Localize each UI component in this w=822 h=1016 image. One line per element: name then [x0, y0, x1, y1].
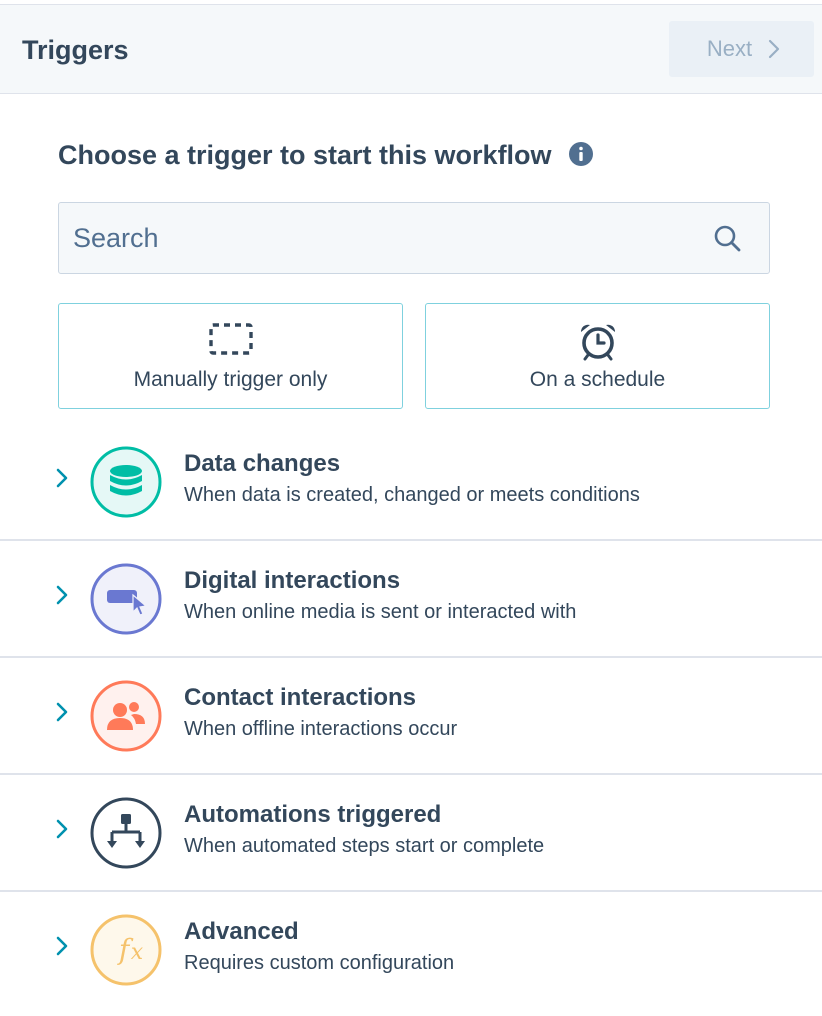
category-title: Advanced [184, 918, 299, 945]
search-box [58, 202, 770, 274]
header-bar: Triggers Next [0, 4, 822, 94]
category-description: When data is created, changed or meets c… [184, 484, 640, 506]
cursor-click-icon [90, 563, 162, 640]
schedule-trigger-label: On a schedule [529, 368, 666, 391]
chevron-right-icon[interactable] [54, 700, 70, 729]
manual-trigger-label: Manually trigger only [133, 368, 328, 391]
page-title: Triggers [22, 35, 129, 65]
schedule-trigger-card[interactable]: On a schedule [425, 303, 770, 409]
category-description: When offline interactions occur [184, 718, 458, 740]
info-icon[interactable] [568, 141, 594, 167]
category-title: Contact interactions [184, 684, 417, 711]
category-description: Requires custom configuration [184, 952, 455, 974]
chevron-right-icon[interactable] [54, 466, 70, 495]
manual-trigger-card[interactable]: Manually trigger only [58, 303, 403, 409]
category-description: When automated steps start or complete [184, 835, 545, 857]
category-contact-interactions[interactable]: Contact interactions When offline intera… [0, 658, 822, 775]
chevron-right-icon[interactable] [54, 934, 70, 963]
svg-text:x: x [131, 940, 144, 965]
dashed-square-icon [208, 322, 254, 361]
category-title: Data changes [184, 450, 341, 477]
prompt-text: Choose a trigger to start this workflow [58, 140, 552, 170]
search-input[interactable] [73, 203, 693, 273]
database-icon [90, 446, 162, 523]
workflow-icon [90, 797, 162, 874]
chevron-right-icon [768, 39, 780, 59]
category-description: When online media is sent or interacted … [184, 601, 577, 623]
category-automations-triggered[interactable]: Automations triggered When automated ste… [0, 775, 822, 892]
category-advanced[interactable]: f x Advanced Requires custom configurati… [0, 892, 822, 1009]
chevron-right-icon[interactable] [54, 817, 70, 846]
category-title: Automations triggered [184, 801, 442, 828]
alarm-clock-icon [577, 322, 619, 367]
category-title: Digital interactions [184, 567, 401, 594]
next-button[interactable]: Next [669, 21, 814, 77]
category-data-changes[interactable]: Data changes When data is created, chang… [0, 424, 822, 541]
search-icon[interactable] [713, 224, 743, 259]
contacts-icon [90, 680, 162, 757]
trigger-prompt: Choose a trigger to start this workflow [58, 140, 594, 171]
function-icon: f x [90, 914, 162, 991]
next-button-label: Next [706, 36, 753, 61]
chevron-right-icon[interactable] [54, 583, 70, 612]
category-digital-interactions[interactable]: Digital interactions When online media i… [0, 541, 822, 658]
